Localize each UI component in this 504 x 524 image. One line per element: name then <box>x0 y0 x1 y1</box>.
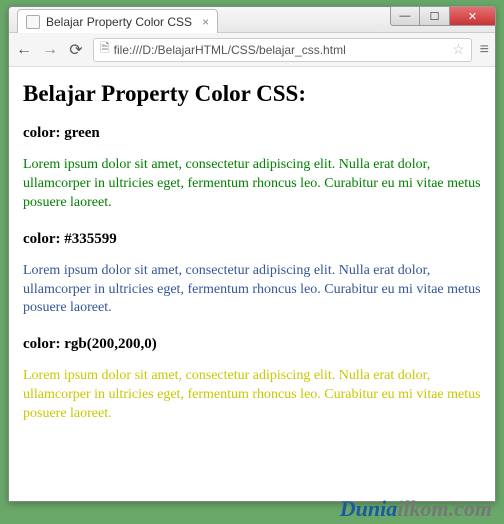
close-tab-icon[interactable]: × <box>202 15 209 29</box>
section-label-2: color: #335599 <box>23 231 481 248</box>
minimize-button[interactable]: — <box>390 6 420 26</box>
url-text: file:///D:/BelajarHTML/CSS/belajar_css.h… <box>114 43 448 57</box>
browser-window: Belajar Property Color CSS × — ☐ ✕ ← → ⟳… <box>8 6 496 502</box>
watermark-part2: ilkom.com <box>397 496 492 521</box>
page-content: Belajar Property Color CSS: color: green… <box>9 67 495 501</box>
window-controls: — ☐ ✕ <box>390 6 496 26</box>
section-text-3: Lorem ipsum dolor sit amet, consectetur … <box>23 367 481 424</box>
navbar: ← → ⟳ 🗎 file:///D:/BelajarHTML/CSS/belaj… <box>9 33 495 67</box>
titlebar: Belajar Property Color CSS × — ☐ ✕ <box>9 7 495 33</box>
watermark: Duniailkom.com <box>340 496 492 522</box>
reload-icon[interactable]: ⟳ <box>67 40 85 60</box>
section-text-2: Lorem ipsum dolor sit amet, consectetur … <box>23 262 481 319</box>
forward-icon[interactable]: → <box>41 41 59 59</box>
section-label-1: color: green <box>23 125 481 142</box>
page-title: Belajar Property Color CSS: <box>23 81 481 107</box>
address-bar[interactable]: 🗎 file:///D:/BelajarHTML/CSS/belajar_css… <box>93 38 472 62</box>
document-icon: 🗎 <box>100 39 110 60</box>
page-icon <box>26 15 40 29</box>
back-icon[interactable]: ← <box>15 41 33 59</box>
browser-tab[interactable]: Belajar Property Color CSS × <box>17 9 218 33</box>
watermark-part1: Dunia <box>340 496 397 521</box>
tab-title: Belajar Property Color CSS <box>46 15 192 29</box>
bookmark-icon[interactable]: ☆ <box>452 41 465 58</box>
section-text-1: Lorem ipsum dolor sit amet, consectetur … <box>23 156 481 213</box>
section-label-3: color: rgb(200,200,0) <box>23 336 481 353</box>
menu-icon[interactable]: ≡ <box>480 41 489 59</box>
maximize-button[interactable]: ☐ <box>420 6 450 26</box>
close-button[interactable]: ✕ <box>450 6 496 26</box>
